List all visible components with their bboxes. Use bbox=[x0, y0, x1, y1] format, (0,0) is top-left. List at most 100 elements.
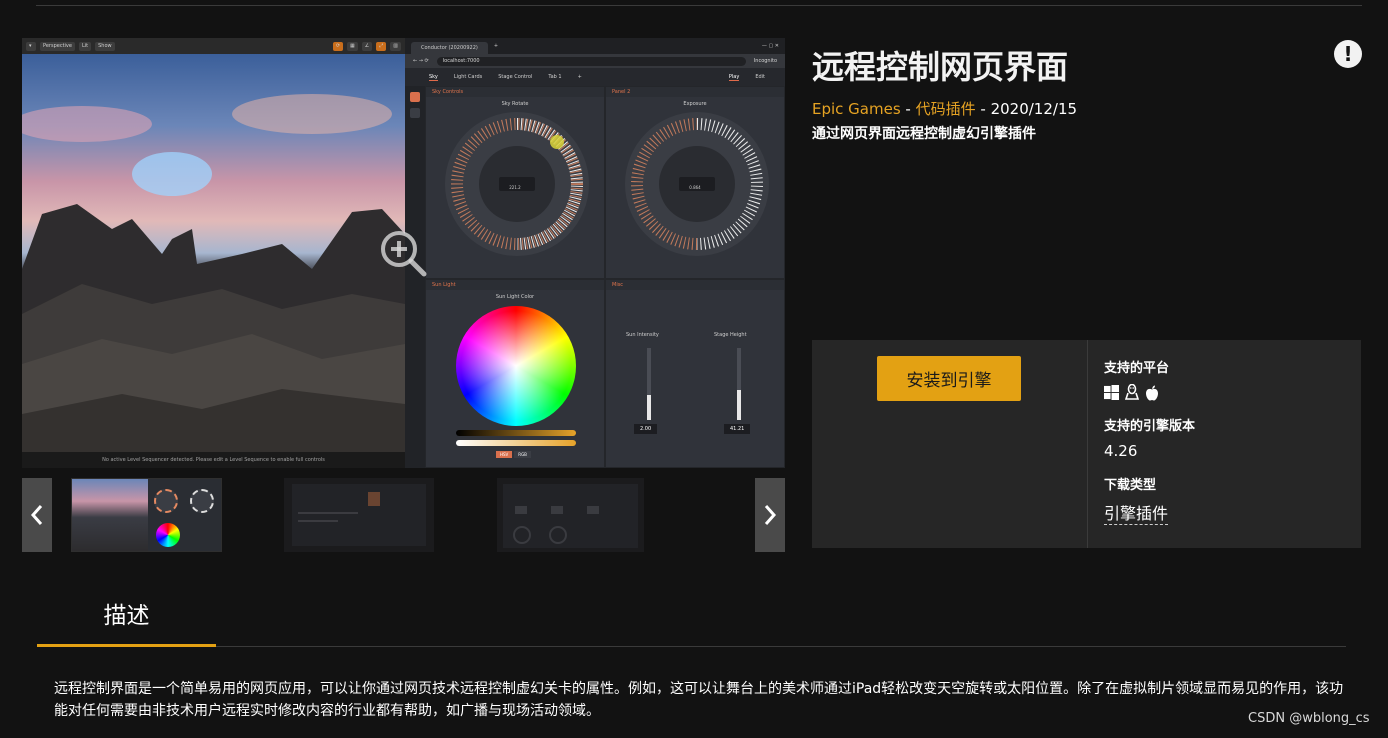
viewport-mode-lit: Lit bbox=[78, 41, 92, 51]
viewport-mode-perspective: Perspective bbox=[40, 41, 75, 51]
panel-header: Sun Light bbox=[426, 280, 604, 290]
sun-intensity-slider bbox=[647, 348, 651, 420]
engine-version-heading: 支持的引擎版本 bbox=[1104, 419, 1196, 434]
sky-rotate-dial bbox=[445, 112, 589, 256]
browser-window: Conductor (20200922) + — ▢ ✕ ← → ⟳ local… bbox=[405, 38, 785, 468]
panel-exposure: Panel 2 Exposure 0.864 bbox=[605, 86, 785, 279]
saturation-slider bbox=[456, 440, 576, 446]
browser-titlebar: Conductor (20200922) + — ▢ ✕ bbox=[405, 38, 785, 54]
sidebar-unreal-icon bbox=[410, 92, 420, 102]
active-tab-indicator bbox=[37, 644, 216, 647]
top-divider bbox=[36, 5, 1362, 6]
app-add-tab-icon: + bbox=[577, 74, 582, 80]
platform-icons bbox=[1104, 384, 1159, 401]
sidebar-layout-icon bbox=[410, 108, 420, 118]
viewport-status-bar: No active Level Sequencer detected. Plea… bbox=[22, 452, 405, 468]
color-mode-hsv: HSV bbox=[496, 451, 513, 458]
slider-label: Stage Height bbox=[714, 332, 747, 338]
chevron-right-icon bbox=[764, 505, 777, 525]
browser-nav-icon: ← → ⟳ bbox=[413, 58, 429, 64]
category-link[interactable]: 代码插件 bbox=[916, 100, 976, 118]
app-mode-play: Play bbox=[728, 73, 740, 81]
hero-screenshot[interactable]: ▾ Perspective Lit Show ⟳ ▦ ∠ ⤢ ▥ No acti… bbox=[22, 38, 785, 468]
url-field: localhost:7000 bbox=[436, 56, 746, 66]
chevron-left-icon bbox=[30, 505, 43, 525]
panel-misc: Misc Sun Intensity Stage Height 2.00 41.… bbox=[605, 279, 785, 468]
panel-sun-light: Sun Light Sun Light Color HSV RGB bbox=[425, 279, 605, 468]
tab-divider bbox=[216, 646, 1346, 647]
viewport-scale-icon: ⤢ bbox=[376, 41, 387, 51]
report-alert-icon[interactable]: ! bbox=[1334, 40, 1362, 68]
dial-value: 0.864 bbox=[689, 185, 701, 190]
window-controls-icon: — ▢ ✕ bbox=[761, 43, 779, 49]
dial-label: Sky Rotate bbox=[501, 101, 529, 107]
viewport-transform-icon: ⟳ bbox=[332, 41, 344, 51]
exposure-dial bbox=[625, 112, 769, 256]
download-type-link[interactable]: 引擎插件 bbox=[1104, 500, 1169, 525]
new-tab-icon: + bbox=[493, 43, 499, 49]
stage-height-slider bbox=[737, 348, 741, 420]
color-mode-rgb: RGB bbox=[514, 451, 531, 458]
viewport-toolbar: ▾ Perspective Lit Show ⟳ ▦ ∠ ⤢ ▥ bbox=[22, 38, 405, 54]
thumb-image bbox=[503, 484, 638, 548]
engine-version: 4.26 bbox=[1104, 442, 1138, 460]
editor-viewport: ▾ Perspective Lit Show ⟳ ▦ ∠ ⤢ ▥ No acti… bbox=[22, 38, 405, 468]
app-tab-stage-control: Stage Control bbox=[498, 74, 533, 80]
app-tab-light-cards: Light Cards bbox=[453, 74, 483, 80]
browser-address-bar: ← → ⟳ localhost:7000 Incognito bbox=[405, 54, 785, 68]
gallery-thumb-1[interactable] bbox=[71, 478, 222, 552]
platforms-heading: 支持的平台 bbox=[1104, 361, 1170, 376]
app-mode-edit: Edit bbox=[755, 74, 765, 80]
meta-separator: - bbox=[900, 100, 916, 118]
thumb-image bbox=[72, 479, 148, 551]
windows-icon bbox=[1104, 385, 1119, 400]
viewport-layout-icon: ▥ bbox=[390, 41, 401, 51]
landscape-render bbox=[22, 54, 405, 452]
slider-value: 41.21 bbox=[724, 424, 751, 434]
meta-separator: - bbox=[975, 100, 991, 118]
app-tab-1: Tab 1 bbox=[548, 74, 562, 80]
release-date: 2020/12/15 bbox=[990, 100, 1078, 118]
watermark: CSDN @wblong_cs bbox=[1248, 711, 1370, 726]
panel-header: Panel 2 bbox=[606, 87, 784, 97]
panel-header: Sky Controls bbox=[426, 87, 604, 97]
panel-header: Misc bbox=[606, 280, 784, 290]
slider-value: 2.00 bbox=[634, 424, 658, 434]
zoom-in-icon[interactable] bbox=[378, 228, 428, 278]
brightness-slider bbox=[456, 430, 576, 436]
stage-height-fill bbox=[737, 389, 741, 420]
gallery-thumb-2[interactable] bbox=[284, 478, 434, 552]
viewport-grid-icon: ▦ bbox=[347, 41, 358, 51]
product-title: 远程控制网页界面 bbox=[812, 48, 1069, 86]
sun-intensity-fill bbox=[647, 394, 651, 420]
tab-description[interactable]: 描述 bbox=[37, 596, 216, 630]
incognito-label: Incognito bbox=[753, 58, 777, 64]
description-text: 远程控制界面是一个简单易用的网页应用，可以让你通过网页技术远程控制虚幻关卡的属性… bbox=[54, 681, 1344, 719]
viewport-mode-show: Show bbox=[95, 41, 115, 51]
color-label: Sun Light Color bbox=[495, 294, 535, 300]
viewport-menu-icon: ▾ bbox=[26, 41, 36, 51]
gallery-thumb-3[interactable] bbox=[497, 478, 644, 552]
panel-sky-controls: Sky Controls Sky Rotate 221.2 bbox=[425, 86, 605, 279]
gallery-prev-button[interactable] bbox=[22, 478, 52, 552]
install-to-engine-button[interactable]: 安装到引擎 bbox=[877, 356, 1021, 401]
app-tab-bar: Sky Light Cards Stage Control Tab 1 + Pl… bbox=[405, 68, 785, 86]
dial-label: Exposure bbox=[683, 101, 707, 107]
slider-label: Sun Intensity bbox=[626, 332, 659, 338]
gallery-next-button[interactable] bbox=[755, 478, 785, 552]
thumb-image bbox=[148, 479, 221, 551]
viewport-angle-icon: ∠ bbox=[361, 41, 373, 51]
apple-icon bbox=[1146, 385, 1158, 400]
purchase-box: 安装到引擎 支持的平台 支持的引擎版本 4.26 下载类型 引擎插件 bbox=[812, 340, 1361, 548]
linux-icon bbox=[1125, 384, 1139, 400]
publisher-link[interactable]: Epic Games bbox=[812, 100, 901, 118]
download-type-heading: 下载类型 bbox=[1104, 478, 1157, 493]
color-wheel bbox=[456, 306, 576, 426]
thumb-image bbox=[292, 484, 426, 546]
browser-tab: Conductor (20200922) bbox=[411, 42, 488, 54]
purchase-divider bbox=[1087, 340, 1088, 548]
product-meta: Epic Games - 代码插件 - 2020/12/15 bbox=[812, 98, 1077, 119]
product-tagline: 通过网页界面远程控制虚幻引擎插件 bbox=[812, 126, 1036, 142]
dial-value: 221.2 bbox=[509, 185, 521, 190]
app-tab-sky: Sky bbox=[429, 73, 438, 81]
